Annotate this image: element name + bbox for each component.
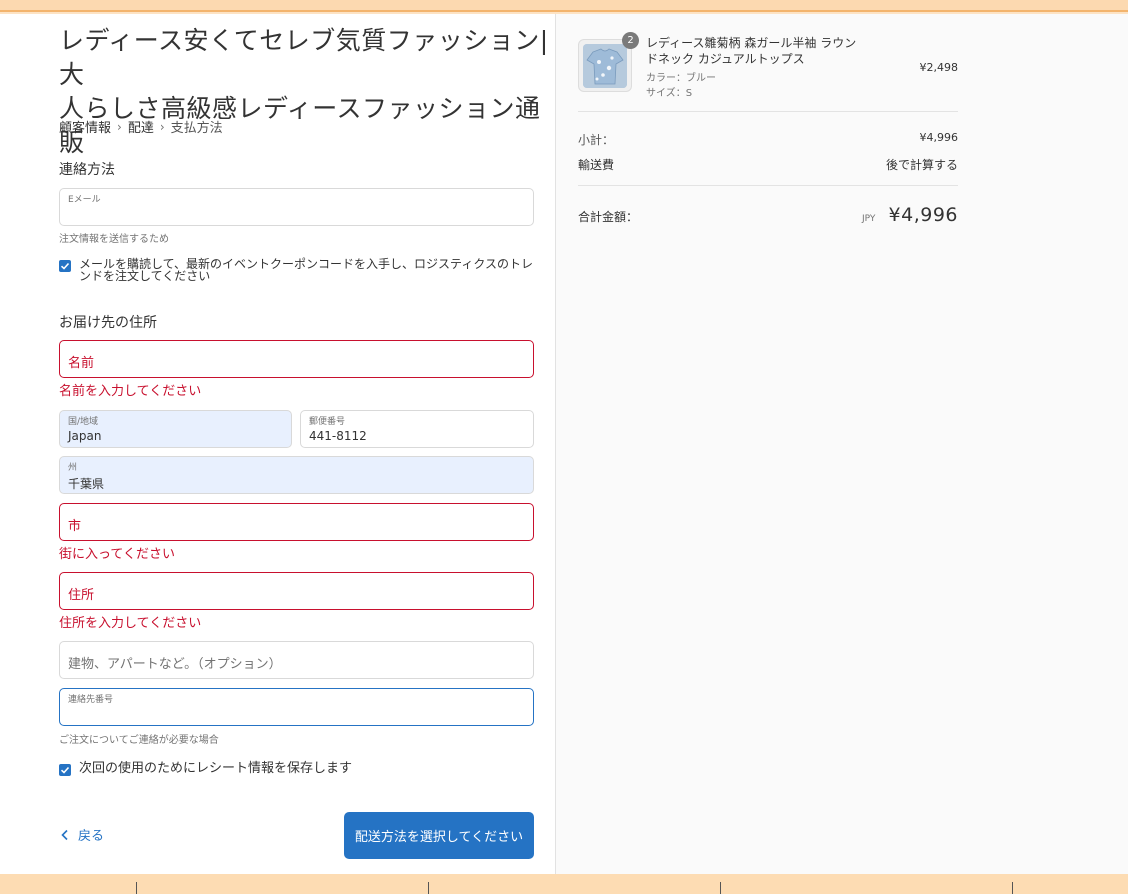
shipping-cost-label: 輸送費 <box>578 158 615 172</box>
total-divider <box>578 185 958 186</box>
newsletter-checkbox[interactable] <box>59 260 71 272</box>
subtotal-label: 小計： <box>578 133 615 147</box>
state-select[interactable]: 州 千葉県 <box>59 456 534 494</box>
save-info-checkbox[interactable] <box>59 764 71 776</box>
email-hint: 注文情報を送信するため <box>59 234 169 245</box>
postal-value: 441-8112 <box>309 429 367 443</box>
email-field[interactable]: Eメール <box>59 188 534 226</box>
back-link[interactable]: 戻る <box>60 825 104 844</box>
product-color: カラー：ブルー <box>646 73 716 84</box>
total-currency: JPY <box>862 214 876 224</box>
save-info-label: 次回の使用のためにレシート情報を保存します <box>79 761 353 776</box>
total-label: 合計金額： <box>578 210 639 224</box>
newsletter-checkbox-row[interactable]: メールを購読して、最新のイベントクーポンコードを入手し、ロジスティクスのトレンド… <box>59 258 537 282</box>
checkmark-icon <box>60 262 70 270</box>
address-placeholder: 住所 <box>68 588 95 603</box>
checkmark-icon <box>60 766 70 774</box>
product-image <box>583 44 627 88</box>
taskbar-divider <box>720 882 721 894</box>
contact-heading: 連絡方法 <box>59 162 115 178</box>
product-name: レディース雛菊柄 森ガール半袖 ラウンドネック カジュアルトップス <box>646 36 857 66</box>
top-browser-strip <box>0 0 1128 12</box>
checkout-page: レディース安くてセレブ気質ファッション|大 人らしさ高級感レディースファッション… <box>0 14 1128 874</box>
phone-field[interactable]: 連絡先番号 <box>59 688 534 726</box>
product-thumbnail: 2 <box>578 32 639 92</box>
state-label: 州 <box>68 463 78 473</box>
product-price: ¥2,498 <box>919 61 959 74</box>
summary-divider <box>578 111 958 112</box>
name-placeholder: 名前 <box>68 356 95 371</box>
back-label: 戻る <box>78 829 105 844</box>
apartment-placeholder: 建物、アパートなど。（オプション） <box>68 657 282 672</box>
bottom-taskbar-strip <box>0 874 1128 894</box>
total-amount: ¥4,996 <box>888 204 958 226</box>
country-value: Japan <box>68 429 102 443</box>
taskbar-divider <box>1012 882 1013 894</box>
city-placeholder: 市 <box>68 519 82 534</box>
chevron-right-icon: › <box>117 119 122 134</box>
shipping-cost-value: 後で計算する <box>885 158 958 172</box>
subtotal-value: ¥4,996 <box>919 131 959 144</box>
chevron-right-icon: › <box>159 119 165 134</box>
shipping-cost-row: 輸送費 後で計算する <box>578 156 958 173</box>
address-error: 住所を入力してください <box>59 616 202 631</box>
order-summary-panel: 2 レディース雛菊柄 森ガール半袖 ラウンドネック カジュアルトップス カラー：… <box>555 14 1128 874</box>
postal-label: 郵便番号 <box>309 417 346 427</box>
breadcrumb-delivery: 配達 <box>127 121 154 136</box>
store-title-line1: レディース安くてセレブ気質ファッション|大 <box>59 26 549 89</box>
address-field[interactable]: 住所 <box>59 572 534 610</box>
city-error: 街に入ってください <box>59 547 175 562</box>
continue-to-shipping-button[interactable]: 配送方法を選択してください <box>344 812 534 859</box>
shipping-heading: お届け先の住所 <box>59 315 157 331</box>
newsletter-label: メールを購読して、最新のイベントクーポンコードを入手し、ロジスティクスのトレンド… <box>79 257 533 283</box>
save-info-checkbox-row[interactable]: 次回の使用のためにレシート情報を保存します <box>59 762 352 776</box>
chevron-left-icon <box>61 829 68 840</box>
quantity-badge: 2 <box>622 32 639 49</box>
store-title[interactable]: レディース安くてセレブ気質ファッション|大 人らしさ高級感レディースファッション… <box>59 24 549 160</box>
phone-hint: ご注文についてご連絡が必要な場合 <box>59 735 219 746</box>
breadcrumb-customer-info[interactable]: 顧客情報 <box>59 117 111 136</box>
taskbar-divider <box>136 882 137 894</box>
breadcrumb: 顧客情報 › 配達 › 支払方法 <box>59 117 223 137</box>
postal-code-field[interactable]: 郵便番号 441-8112 <box>300 410 534 448</box>
state-value: 千葉県 <box>68 477 105 491</box>
name-field[interactable]: 名前 <box>59 340 534 378</box>
phone-label: 連絡先番号 <box>68 695 114 705</box>
subtotal-row: 小計： ¥4,996 <box>578 131 958 148</box>
shirt-icon <box>583 44 627 88</box>
email-label: Eメール <box>68 195 101 205</box>
total-amount-group: JPY ¥4,996 <box>862 204 958 226</box>
total-row: 合計金額： JPY ¥4,996 <box>578 204 958 226</box>
apartment-field[interactable]: 建物、アパートなど。（オプション） <box>59 641 534 679</box>
taskbar-divider <box>428 882 429 894</box>
product-size: サイズ：S <box>646 88 693 99</box>
city-field[interactable]: 市 <box>59 503 534 541</box>
country-select[interactable]: 国/地域 Japan <box>59 410 292 448</box>
breadcrumb-payment: 支払方法 <box>170 121 223 136</box>
country-label: 国/地域 <box>68 417 99 427</box>
name-error: 名前を入力してください <box>59 384 202 399</box>
